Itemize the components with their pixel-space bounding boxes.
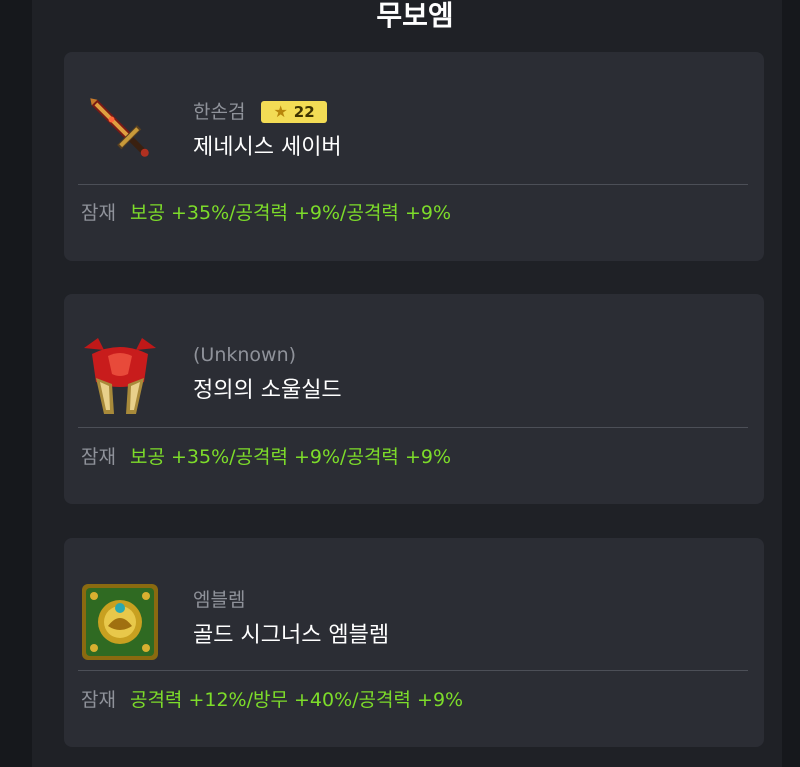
shield-icon [78, 334, 162, 418]
item-meta: (Unknown) 정의의 소울실드 [193, 342, 342, 406]
potential-row: 잠재 공격력 +12%/방무 +40%/공격력 +9% [81, 687, 463, 713]
star-icon: ★ [273, 102, 288, 121]
potential-label: 잠재 [81, 689, 116, 711]
potential-label: 잠재 [81, 202, 116, 224]
item-category: 엠블렘 [193, 589, 246, 611]
item-name: 제네시스 세이버 [193, 135, 342, 160]
potential-value: 공격력 +12%/방무 +40%/공격력 +9% [129, 689, 464, 711]
potential-value: 보공 +35%/공격력 +9%/공격력 +9% [129, 446, 452, 468]
emblem-icon [78, 580, 162, 664]
item-name: 골드 시그너스 엠블렘 [193, 623, 390, 648]
potential-label: 잠재 [81, 446, 116, 468]
item-category: (Unknown) [193, 344, 297, 366]
item-meta: 엠블렘 골드 시그너스 엠블렘 [193, 587, 389, 651]
potential-row: 잠재 보공 +35%/공격력 +9%/공격력 +9% [81, 200, 451, 226]
item-card-emblem[interactable]: 엠블렘 골드 시그너스 엠블렘 잠재 공격력 +12%/방무 +40%/공격력 … [64, 538, 764, 747]
divider [78, 184, 748, 185]
divider [78, 670, 748, 671]
divider [78, 427, 748, 428]
page-title: 무보엠 [376, 0, 454, 32]
item-card-secondary[interactable]: (Unknown) 정의의 소울실드 잠재 보공 +35%/공격력 +9%/공격… [64, 294, 764, 504]
star-force-badge: ★ 22 [261, 101, 327, 123]
potential-row: 잠재 보공 +35%/공격력 +9%/공격력 +9% [81, 444, 451, 470]
star-force-value: 22 [293, 103, 315, 121]
item-card-weapon[interactable]: 한손검 ★ 22 제네시스 세이버 잠재 보공 +35%/공격력 +9%/공격력… [64, 52, 764, 261]
item-name: 정의의 소울실드 [193, 378, 342, 403]
item-category: 한손검 [193, 101, 246, 123]
sword-icon [78, 86, 162, 170]
item-meta: 한손검 ★ 22 제네시스 세이버 [193, 99, 342, 163]
potential-value: 보공 +35%/공격력 +9%/공격력 +9% [129, 202, 452, 224]
